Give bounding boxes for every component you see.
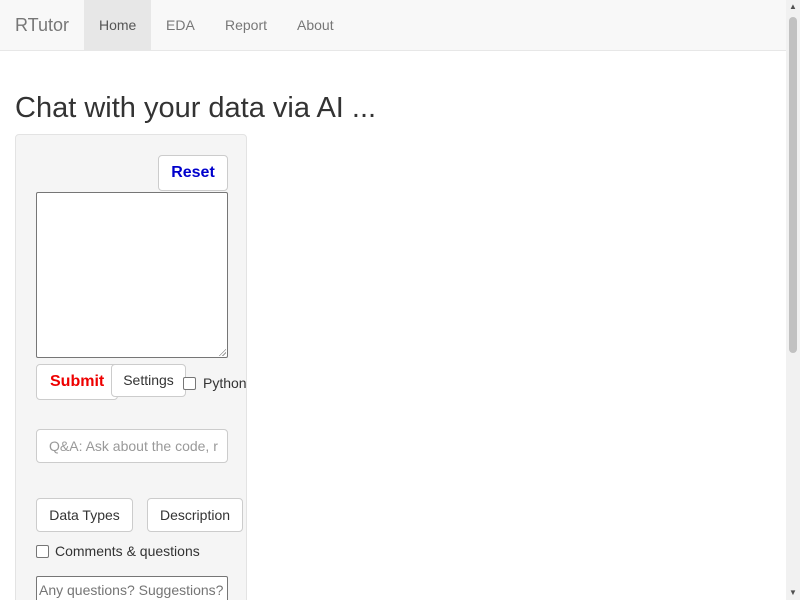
nav-tab-eda[interactable]: EDA <box>151 0 210 50</box>
vertical-scrollbar[interactable]: ▲ ▼ <box>786 0 800 600</box>
qa-input[interactable]: Q&A: Ask about the code, r <box>36 429 228 463</box>
comments-checkbox[interactable] <box>36 545 49 558</box>
app-brand[interactable]: RTutor <box>15 14 69 36</box>
nav-tab-about[interactable]: About <box>282 0 349 50</box>
description-button[interactable]: Description <box>147 498 243 532</box>
python-checkbox-label[interactable]: Python <box>203 375 247 391</box>
nav-tab-home[interactable]: Home <box>84 0 152 50</box>
nav-tab-report[interactable]: Report <box>210 0 282 50</box>
page-title: Chat with your data via AI ... <box>15 92 377 124</box>
top-navbar: RTutor Home EDA Report About <box>0 0 786 51</box>
reset-button[interactable]: Reset <box>158 155 228 191</box>
resize-grip-icon[interactable] <box>218 348 226 356</box>
sidebar-panel: Reset Submit Settings Python Q&A: Ask ab… <box>15 134 247 600</box>
submit-button[interactable]: Submit <box>36 364 118 400</box>
python-checkbox[interactable] <box>183 377 196 390</box>
settings-button[interactable]: Settings <box>111 364 186 397</box>
feedback-textarea[interactable]: Any questions? Suggestions? <box>36 576 228 600</box>
scroll-thumb[interactable] <box>789 17 797 353</box>
prompt-textarea[interactable] <box>36 192 228 358</box>
data-types-button[interactable]: Data Types <box>36 498 133 532</box>
comments-checkbox-label[interactable]: Comments & questions <box>55 543 200 559</box>
scroll-down-icon[interactable]: ▼ <box>786 586 800 600</box>
scroll-up-icon[interactable]: ▲ <box>786 0 800 14</box>
